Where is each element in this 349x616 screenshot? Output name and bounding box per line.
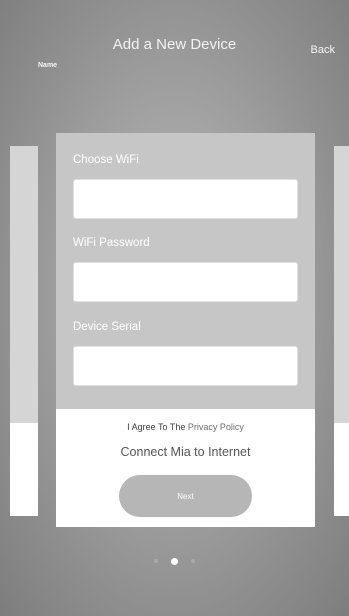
connect-instruction: Connect Mia to Internet <box>120 445 251 459</box>
page-title: Add a New Device <box>112 36 237 53</box>
back-button[interactable]: Back <box>311 44 335 56</box>
agreement-row: I Agree To The Privacy Policy <box>56 422 315 432</box>
wifi-input[interactable] <box>73 179 298 219</box>
previous-card-bottom <box>10 423 38 516</box>
card-form-section: Choose WiFi WiFi Password Device Serial <box>56 133 315 409</box>
page-indicator <box>0 555 349 567</box>
device-serial-input[interactable] <box>73 346 298 386</box>
page-dot-2-active[interactable] <box>171 557 178 565</box>
device-setup-card: Choose WiFi WiFi Password Device Serial … <box>56 133 315 527</box>
wifi-password-input[interactable] <box>73 262 298 302</box>
page-dot-1[interactable] <box>154 559 158 563</box>
privacy-policy-link[interactable]: Privacy Policy <box>188 422 244 432</box>
next-button[interactable]: Next <box>119 475 252 517</box>
next-card-peek[interactable] <box>334 146 349 516</box>
device-serial-label: Device Serial <box>73 321 141 333</box>
name-label[interactable]: Name <box>38 62 57 69</box>
previous-card-peek[interactable] <box>10 146 38 516</box>
agreement-text: I Agree To The <box>127 422 186 432</box>
page-dot-3[interactable] <box>191 559 195 563</box>
wifi-label: Choose WiFi <box>73 154 139 166</box>
next-card-bottom <box>334 423 349 516</box>
screen: Add a New Device Name Back Choose WiFi W… <box>0 0 349 616</box>
wifi-password-label: WiFi Password <box>73 237 150 249</box>
